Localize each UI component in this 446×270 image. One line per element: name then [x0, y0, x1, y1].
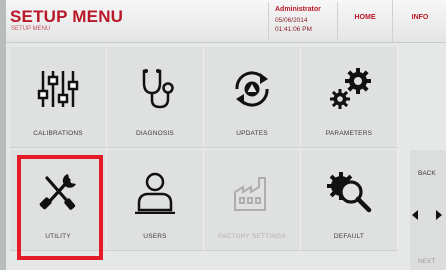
user-info: Administrator 05/06/2014 01:41:06 PM — [268, 2, 338, 40]
time-display: 01:41:06 PM — [275, 26, 312, 33]
gear-search-icon — [327, 172, 374, 214]
home-button[interactable]: HOME — [338, 0, 393, 42]
sliders-icon — [33, 67, 83, 111]
users-tile[interactable]: USERS — [107, 150, 204, 251]
default-tile[interactable]: DEFAULT — [301, 150, 398, 251]
navigation-panel: BACK NEXT — [410, 150, 446, 270]
page-title: SETUP MENU — [10, 7, 124, 26]
calibrations-tile[interactable]: CALIBRATIONS — [10, 47, 107, 148]
back-button[interactable]: BACK — [418, 170, 436, 177]
tile-label: FACTORY SETTINGS — [218, 233, 286, 240]
stethoscope-icon — [130, 69, 180, 111]
date-display: 05/06/2014 — [275, 17, 308, 24]
selection-highlight — [17, 155, 103, 260]
diagnosis-tile[interactable]: DIAGNOSIS — [107, 47, 204, 148]
tile-label: USERS — [143, 233, 167, 240]
parameters-tile[interactable]: PARAMETERS — [301, 47, 398, 148]
user-icon — [130, 170, 180, 214]
user-name: Administrator — [275, 6, 321, 13]
tile-label: CALIBRATIONS — [33, 130, 83, 137]
tile-label: DEFAULT — [333, 233, 365, 240]
header-bar: SETUP MENU SETUP MENU Administrator 05/0… — [6, 0, 446, 43]
tile-label: UPDATES — [236, 130, 268, 137]
info-button[interactable]: INFO — [394, 0, 446, 42]
next-button[interactable]: NEXT — [418, 258, 435, 265]
factory-icon — [227, 170, 277, 214]
arrow-left-icon[interactable] — [412, 210, 418, 220]
refresh-icon — [227, 67, 277, 111]
tile-label: DIAGNOSIS — [136, 130, 174, 137]
updates-tile[interactable]: UPDATES — [204, 47, 301, 148]
factory-settings-tile[interactable]: FACTORY SETTINGS — [204, 150, 301, 251]
gears-icon — [330, 68, 371, 109]
setup-screen: SETUP MENU SETUP MENU Administrator 05/0… — [6, 0, 446, 270]
arrow-right-icon[interactable] — [436, 210, 442, 220]
breadcrumb: SETUP MENU — [11, 26, 51, 32]
tile-label: PARAMETERS — [325, 130, 373, 137]
